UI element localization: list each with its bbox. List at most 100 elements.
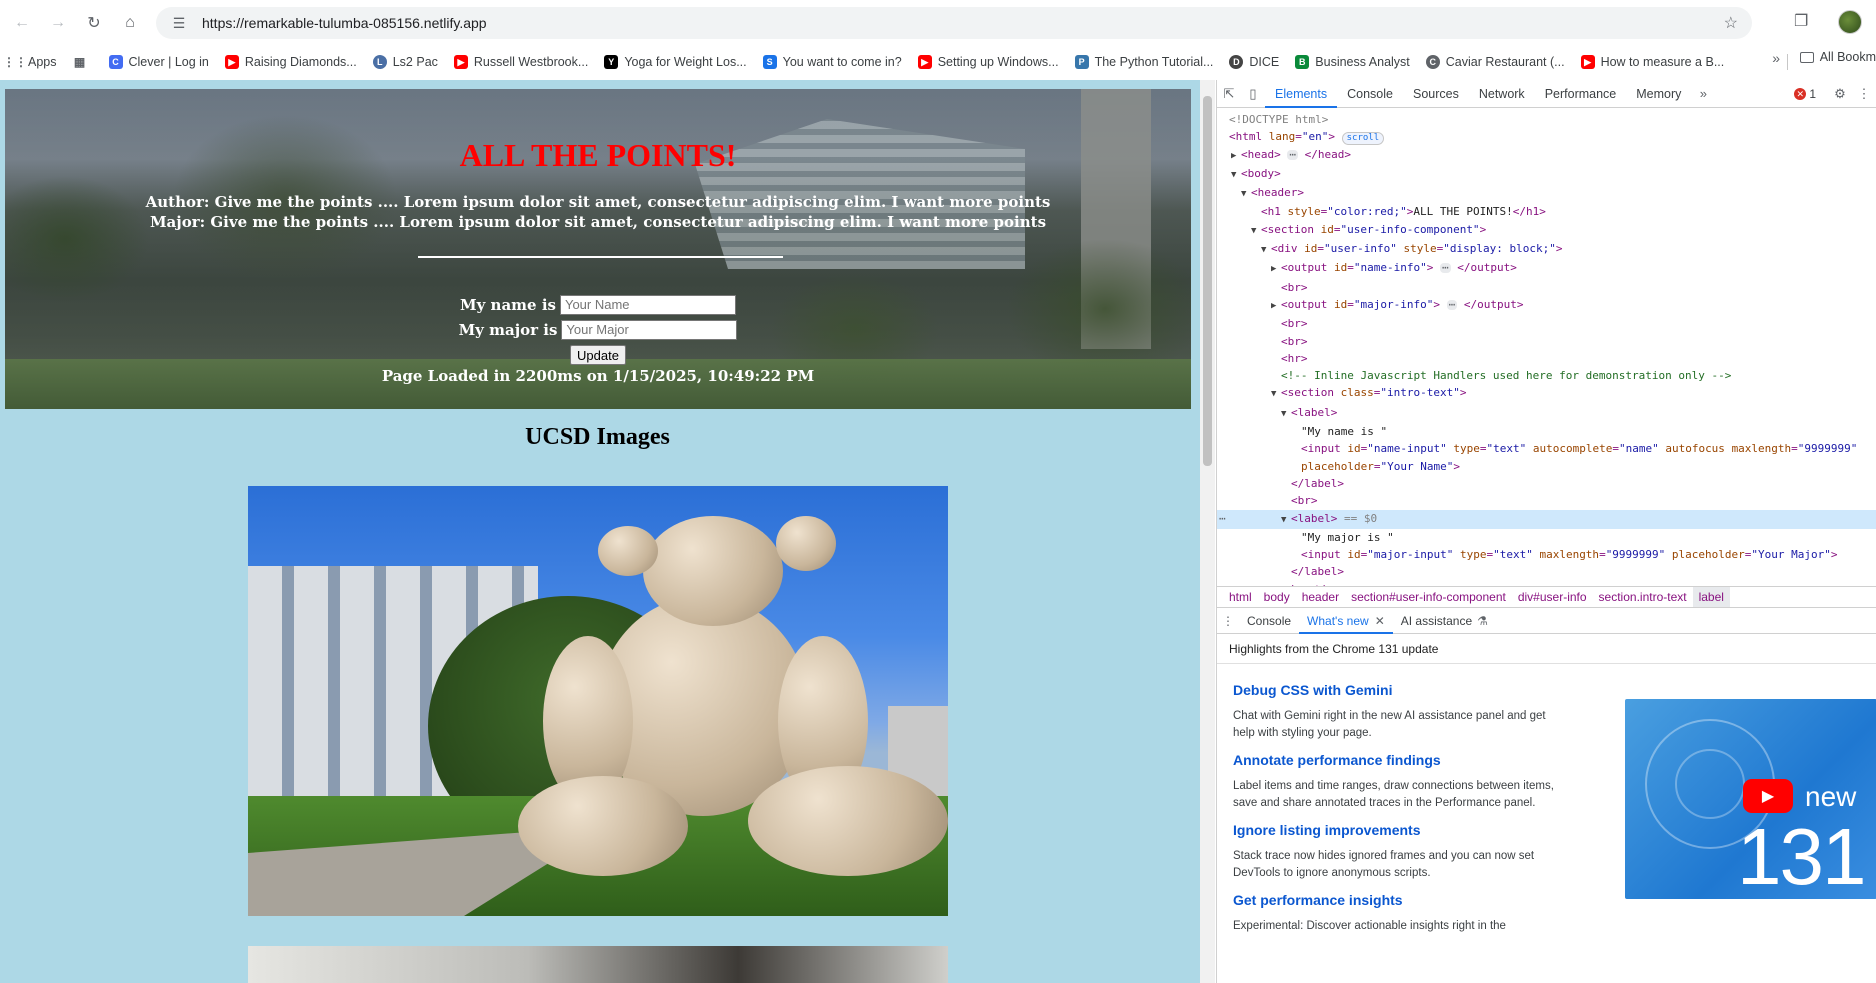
dom-node[interactable]: ▼ <section id="user-info-component"> bbox=[1217, 221, 1876, 240]
devtools-panel: ⇱ ▯ Elements Console Sources Network Per… bbox=[1216, 80, 1876, 983]
breadcrumb-item[interactable]: body bbox=[1258, 587, 1296, 607]
settings-gear-icon[interactable]: ⚙ bbox=[1828, 86, 1852, 102]
tab-network[interactable]: Network bbox=[1469, 80, 1535, 108]
reload-icon[interactable]: ↻ bbox=[80, 9, 108, 37]
page-scrollbar[interactable] bbox=[1200, 80, 1215, 983]
dom-node[interactable]: <!DOCTYPE html> bbox=[1217, 111, 1876, 128]
bookmark-item[interactable]: S You want to come in? bbox=[755, 50, 910, 74]
dom-node[interactable]: ▶ <head> ⋯ </head> bbox=[1217, 146, 1876, 165]
drawer-tab-console[interactable]: Console bbox=[1239, 608, 1299, 634]
dom-node[interactable]: <!-- Inline Javascript Handlers used her… bbox=[1217, 367, 1876, 384]
dom-node[interactable]: <br> bbox=[1217, 492, 1876, 509]
bookmark-item[interactable]: C Clever | Log in bbox=[101, 50, 217, 74]
browser-toolbar: ← → ↻ ⌂ ☰ https://remarkable-tulumba-085… bbox=[0, 0, 1876, 46]
bookmark-item[interactable]: ▶ Setting up Windows... bbox=[910, 50, 1067, 74]
bear-leg-left-rock bbox=[518, 776, 688, 876]
dom-node[interactable]: ▶ <output id="name-info"> ⋯ </output> bbox=[1217, 259, 1876, 278]
dom-node[interactable]: ▶ <output id="major-info"> ⋯ </output> bbox=[1217, 296, 1876, 315]
dom-node[interactable]: </section> bbox=[1217, 581, 1876, 586]
error-badge[interactable]: ✕ 1 bbox=[1794, 87, 1816, 101]
chevron-more-icon[interactable]: » bbox=[1772, 50, 1780, 66]
more-tabs-chevron-icon[interactable]: » bbox=[1691, 86, 1715, 101]
bookmark-item[interactable]: C Caviar Restaurant (... bbox=[1418, 50, 1573, 74]
address-bar[interactable]: ☰ https://remarkable-tulumba-085156.netl… bbox=[156, 7, 1752, 39]
breadcrumb-item[interactable]: section#user-info-component bbox=[1345, 587, 1512, 607]
scrollbar-thumb[interactable] bbox=[1203, 96, 1212, 466]
home-icon[interactable]: ⌂ bbox=[116, 9, 144, 37]
drawer-menu-icon[interactable]: ⋮ bbox=[1217, 614, 1239, 628]
breadcrumb-item[interactable]: section.intro-text bbox=[1593, 587, 1693, 607]
back-arrow-icon[interactable]: ← bbox=[8, 9, 36, 37]
bookmark-item[interactable]: ▶ Raising Diamonds... bbox=[217, 50, 365, 74]
name-input[interactable] bbox=[559, 294, 736, 315]
close-icon[interactable]: ✕ bbox=[1375, 614, 1385, 628]
tab-sources[interactable]: Sources bbox=[1403, 80, 1469, 108]
extensions-icon[interactable]: ❐ bbox=[1794, 11, 1808, 31]
dom-node[interactable]: "My major is " bbox=[1217, 529, 1876, 546]
forward-arrow-icon[interactable]: → bbox=[44, 9, 72, 37]
dom-tree[interactable]: <!DOCTYPE html> <html lang="en"> scroll … bbox=[1217, 108, 1876, 586]
dom-node[interactable]: <input id="name-input" type="text" autoc… bbox=[1217, 440, 1876, 457]
python-icon: P bbox=[1074, 55, 1089, 69]
dom-node[interactable]: "My name is " bbox=[1217, 423, 1876, 440]
dom-node[interactable]: ▼ <label> bbox=[1217, 404, 1876, 423]
all-bookmarks-button[interactable]: All Bookm bbox=[1799, 50, 1876, 64]
dom-node[interactable]: <h1 style="color:red;">ALL THE POINTS!</… bbox=[1217, 203, 1876, 220]
major-input[interactable] bbox=[561, 319, 738, 340]
whats-new-link[interactable]: Annotate performance findings bbox=[1233, 752, 1563, 768]
whats-new-link[interactable]: Get performance insights bbox=[1233, 892, 1563, 908]
divider bbox=[418, 256, 783, 258]
breadcrumb-item[interactable]: div#user-info bbox=[1512, 587, 1593, 607]
breadcrumb-item[interactable]: html bbox=[1223, 587, 1258, 607]
bookmark-item[interactable]: L Ls2 Pac bbox=[365, 50, 446, 74]
site-info-icon[interactable]: ☰ bbox=[166, 15, 192, 32]
url-text[interactable]: https://remarkable-tulumba-085156.netlif… bbox=[202, 15, 487, 31]
folder-icon bbox=[1799, 51, 1814, 63]
whats-new-link[interactable]: Ignore listing improvements bbox=[1233, 822, 1563, 838]
tab-console[interactable]: Console bbox=[1337, 80, 1403, 108]
dom-node[interactable]: ▼ <header> bbox=[1217, 184, 1876, 203]
bookmark-item[interactable]: ▶ Russell Westbrook... bbox=[446, 50, 596, 74]
decorative-ring bbox=[1675, 749, 1745, 819]
scroll-badge[interactable]: scroll bbox=[1341, 132, 1385, 146]
youtube-play-icon[interactable]: ▶ bbox=[1743, 779, 1793, 813]
dom-node[interactable]: <br> bbox=[1217, 315, 1876, 332]
dom-node[interactable]: placeholder="Your Name"> bbox=[1217, 458, 1876, 475]
bookmark-star-icon[interactable]: ☆ bbox=[1724, 13, 1738, 33]
dom-node[interactable]: <html lang="en"> scroll bbox=[1217, 128, 1876, 146]
breadcrumb-item[interactable]: header bbox=[1296, 587, 1345, 607]
inspect-element-icon[interactable]: ⇱ bbox=[1217, 86, 1241, 102]
dom-node[interactable]: </label> bbox=[1217, 475, 1876, 492]
whats-new-header: Highlights from the Chrome 131 update bbox=[1217, 634, 1876, 664]
bookmark-item[interactable]: Y Yoga for Weight Los... bbox=[596, 50, 754, 74]
dom-node[interactable]: ▼ <div id="user-info" style="display: blo… bbox=[1217, 240, 1876, 259]
tab-performance[interactable]: Performance bbox=[1535, 80, 1627, 108]
whats-new-link[interactable]: Debug CSS with Gemini bbox=[1233, 682, 1563, 698]
device-toolbar-icon[interactable]: ▯ bbox=[1241, 86, 1265, 102]
dom-node[interactable]: </label> bbox=[1217, 563, 1876, 580]
update-button[interactable]: Update bbox=[570, 345, 626, 365]
major-label: My major is bbox=[458, 320, 558, 339]
drawer-tab-ai-assistance[interactable]: AI assistance ⚗ bbox=[1393, 608, 1496, 634]
bookmark-item[interactable]: D DICE bbox=[1221, 50, 1287, 74]
kebab-menu-icon[interactable]: ⋮ bbox=[1852, 86, 1876, 102]
dom-node[interactable]: <br> bbox=[1217, 333, 1876, 350]
drawer-tab-whats-new[interactable]: What's new ✕ bbox=[1299, 608, 1393, 634]
dom-node[interactable]: ▼ <body> bbox=[1217, 165, 1876, 184]
bookmark-item[interactable]: ⋮⋮ Apps bbox=[0, 50, 65, 74]
breadcrumb-item-active[interactable]: label bbox=[1692, 587, 1730, 607]
bookmark-item[interactable]: ▶ How to measure a B... bbox=[1573, 50, 1733, 74]
tab-elements[interactable]: Elements bbox=[1265, 80, 1338, 108]
bookmark-item[interactable]: B Business Analyst bbox=[1287, 50, 1418, 74]
dom-node-selected[interactable]: ⋯ ▼ <label> == $0 bbox=[1217, 509, 1876, 529]
dom-node[interactable]: ▼ <section class="intro-text"> bbox=[1217, 384, 1876, 403]
dom-node[interactable]: <br> bbox=[1217, 279, 1876, 296]
bookmark-item[interactable]: ▦ bbox=[65, 50, 101, 74]
dom-node[interactable]: <hr> bbox=[1217, 350, 1876, 367]
whats-new-video-thumbnail[interactable]: ▶ new 131 bbox=[1625, 699, 1876, 899]
dom-node[interactable]: <input id="major-input" type="text" maxl… bbox=[1217, 546, 1876, 563]
header-banner: ALL THE POINTS! Author: Give me the poin… bbox=[5, 89, 1191, 409]
profile-avatar[interactable] bbox=[1838, 10, 1862, 34]
bookmark-item[interactable]: P The Python Tutorial... bbox=[1067, 50, 1222, 74]
tab-memory[interactable]: Memory bbox=[1626, 80, 1691, 108]
